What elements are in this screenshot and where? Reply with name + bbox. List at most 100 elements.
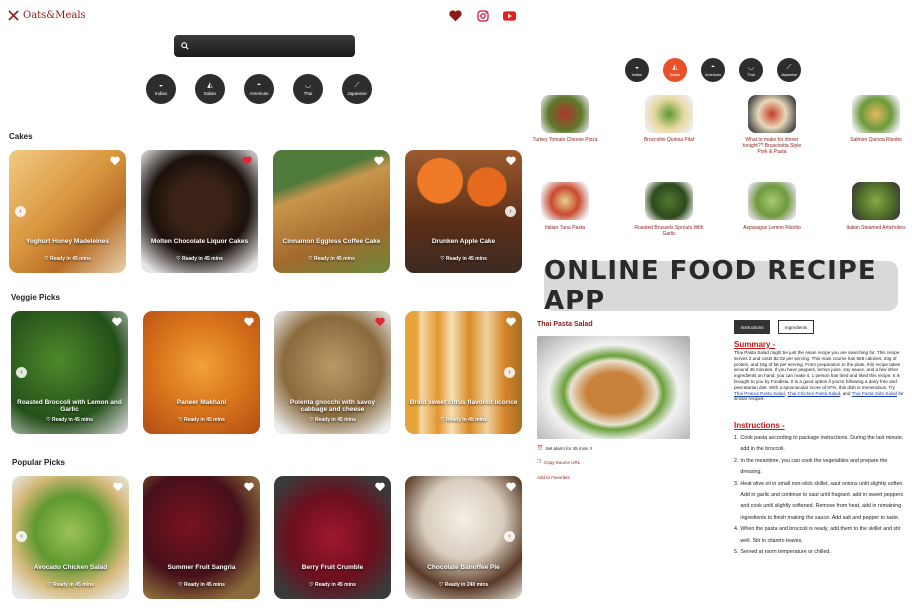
recipe-link[interactable]: What to make for dinner tonight?? Brusch… [737, 137, 807, 155]
carousel-prev-button[interactable]: ‹ [16, 531, 27, 542]
heart-icon[interactable] [375, 317, 385, 327]
heart-icon[interactable] [374, 156, 384, 166]
ready-time: ♡ Ready in 45 mins [178, 417, 225, 423]
app-logo[interactable]: Oats&Meals [8, 10, 86, 21]
heart-icon[interactable] [113, 482, 123, 492]
heart-icon[interactable] [244, 482, 254, 492]
cuisine-american-button[interactable]: ◓ American [244, 74, 274, 104]
cuisine-thai-button[interactable]: ◡ Thai [739, 58, 763, 82]
carousel-prev-button[interactable]: ‹ [16, 367, 27, 378]
related-recipe-link[interactable]: Thai Peanut Pasta Salad [734, 391, 785, 396]
recipe-title: Chocolate Banoffee Pie [427, 564, 500, 571]
heart-icon[interactable] [506, 317, 516, 327]
tab-ingredients[interactable]: Ingredients [778, 320, 814, 334]
recipe-title: Summer Fruit Sangria [167, 564, 236, 571]
cuisine-italian-button[interactable]: ◭ Italian [195, 74, 225, 104]
set-alarm-button[interactable]: ⏰ Set alarm for 45 mins !! [537, 445, 592, 451]
recipe-thumbnail[interactable] [852, 95, 900, 133]
recipe-link[interactable]: Italian Steamed Artichokes [841, 225, 911, 231]
cuisine-japanese-button[interactable]: ⟋ Japanese [342, 74, 372, 104]
burger-icon: ◓ [256, 82, 262, 89]
recipe-thumbnail[interactable] [541, 182, 589, 220]
tab-instructions[interactable]: Instructions [734, 320, 770, 334]
recipe-thumbnail[interactable] [645, 95, 693, 133]
heart-icon[interactable] [112, 317, 122, 327]
cuisine-italian-button[interactable]: ◭ Italian [663, 58, 687, 82]
recipe-link[interactable]: Italian Tuna Pasta [530, 225, 600, 231]
heart-icon[interactable] [375, 482, 385, 492]
ready-time: ♡ Ready in 45 mins [440, 417, 487, 423]
recipe-link[interactable]: Roasted Brussels Sprouts With Garlic [634, 225, 704, 237]
cuisine-indian-button[interactable]: ◒ Indian [146, 74, 176, 104]
cuisine-indian-button[interactable]: ◒ Indian [625, 58, 649, 82]
recipe-title: Polenta gnocchi with savoy cabbage and c… [289, 399, 376, 413]
bowl-icon: ◒ [634, 63, 640, 71]
search-icon [181, 42, 189, 50]
favorites-heart-icon[interactable] [449, 9, 462, 22]
related-recipe-link[interactable]: Thai Pasta Side Salad [852, 391, 897, 396]
add-to-favorites-link[interactable]: Add to Favorites [537, 475, 570, 480]
heart-icon[interactable] [244, 317, 254, 327]
summary-heading: Summary - [734, 340, 776, 349]
recipe-card[interactable]: Roasted Broccoli with Lemon and Garlic ♡… [11, 311, 128, 434]
recipe-title: Molten Chocolate Liquor Cakes [150, 238, 249, 245]
cuisine-american-button[interactable]: ◓ American [701, 58, 725, 82]
recipe-thumbnail[interactable] [748, 95, 796, 133]
recipe-card[interactable]: Polenta gnocchi with savoy cabbage and c… [274, 311, 391, 434]
instruction-step: 5. Served at room temperature or chilled. [734, 549, 831, 556]
recipe-card[interactable]: Berry Fruit Crumble ♡ Ready in 45 mins [274, 476, 391, 599]
recipe-card[interactable]: Avocado Chicken Salad ♡ Ready in 45 mins [12, 476, 129, 599]
related-recipe-link[interactable]: Thai Chicken Pasta Salad [787, 391, 840, 396]
carousel-next-button[interactable]: › [505, 206, 516, 217]
cuisine-japanese-button[interactable]: ⟋ Japanese [777, 58, 801, 82]
recipe-link[interactable]: Salmon Quinoa Risotto [841, 137, 911, 143]
recipe-thumbnail[interactable] [852, 182, 900, 220]
recipe-link[interactable]: Asparagus Lemon Risotto [737, 225, 807, 231]
instruction-step: 4. When the pasta and broccoli is ready, … [734, 526, 901, 544]
search-input[interactable] [194, 41, 355, 51]
pizza-icon: ◭ [672, 63, 678, 71]
heart-icon[interactable] [506, 482, 516, 492]
noodle-icon: ◡ [747, 63, 755, 71]
instagram-icon[interactable] [476, 9, 489, 22]
recipe-link[interactable]: Broccolini Quinoa Pilaf [634, 137, 704, 143]
burger-icon: ◓ [710, 63, 716, 71]
recipe-thumbnail[interactable] [748, 182, 796, 220]
ready-time: ♡ Ready in 45 mins [178, 582, 225, 588]
ready-time: ♡ Ready in 45 mins [440, 256, 487, 262]
chopsticks-icon: ⟋ [786, 63, 792, 71]
recipe-thumbnail[interactable] [541, 95, 589, 133]
heart-icon[interactable] [110, 156, 120, 166]
instruction-step: 2. In the meantime, you can cook the vege… [734, 457, 888, 476]
recipe-card[interactable]: Summer Fruit Sangria ♡ Ready in 45 mins [143, 476, 260, 599]
copy-icon: ❐ [537, 459, 542, 464]
recipe-link[interactable]: Turkey Tomato Cheese Pizza [530, 137, 600, 143]
instruction-step: 3. Heat olive oil in small non-stick skil… [734, 480, 904, 521]
carousel-prev-button[interactable]: ‹ [15, 206, 26, 217]
instructions-list: 1. Cook pasta according to package instru… [734, 433, 906, 558]
recipe-title: Cinnamon Eggless Coffee Cake [282, 238, 381, 245]
ready-time: ♡ Ready in 45 mins [44, 256, 91, 262]
cuisine-filter: ◒ Indian ◭ Italian ◓ American ◡ Thai ⟋ Japane… [146, 74, 372, 104]
recipe-card[interactable]: Cinnamon Eggless Coffee Cake ♡ Ready in … [273, 150, 390, 273]
carousel-next-button[interactable]: › [504, 367, 515, 378]
section-title-veggie: Veggie Picks [11, 293, 60, 302]
recipe-detail-image [537, 336, 690, 439]
carousel-next-button[interactable]: › [504, 531, 515, 542]
alarm-clock-icon: ⏰ [537, 445, 543, 450]
recipe-card[interactable]: Paneer Makhani ♡ Ready in 45 mins [143, 311, 260, 434]
copy-source-url-link[interactable]: ❐ Copy Source URL [537, 459, 580, 465]
heart-icon[interactable] [506, 156, 516, 166]
summary-text: Thai Pasta Salad might be just the Asian… [734, 350, 904, 402]
recipe-title: Berry Fruit Crumble [301, 564, 364, 571]
cuisine-thai-button[interactable]: ◡ Thai [293, 74, 323, 104]
recipe-title: Braid sweet citrus flavored licorice [409, 399, 518, 406]
heart-icon[interactable] [242, 156, 252, 166]
recipe-card[interactable]: Yoghurt Honey Madeleines ♡ Ready in 45 m… [9, 150, 126, 273]
promo-banner: ONLINE FOOD RECIPE APP [544, 256, 898, 316]
ready-time: ♡ Ready in 45 mins [308, 256, 355, 262]
recipe-card[interactable]: Molten Chocolate Liquor Cakes ♡ Ready in… [141, 150, 258, 273]
search-bar[interactable] [174, 35, 355, 57]
youtube-icon[interactable] [503, 9, 516, 22]
recipe-thumbnail[interactable] [645, 182, 693, 220]
